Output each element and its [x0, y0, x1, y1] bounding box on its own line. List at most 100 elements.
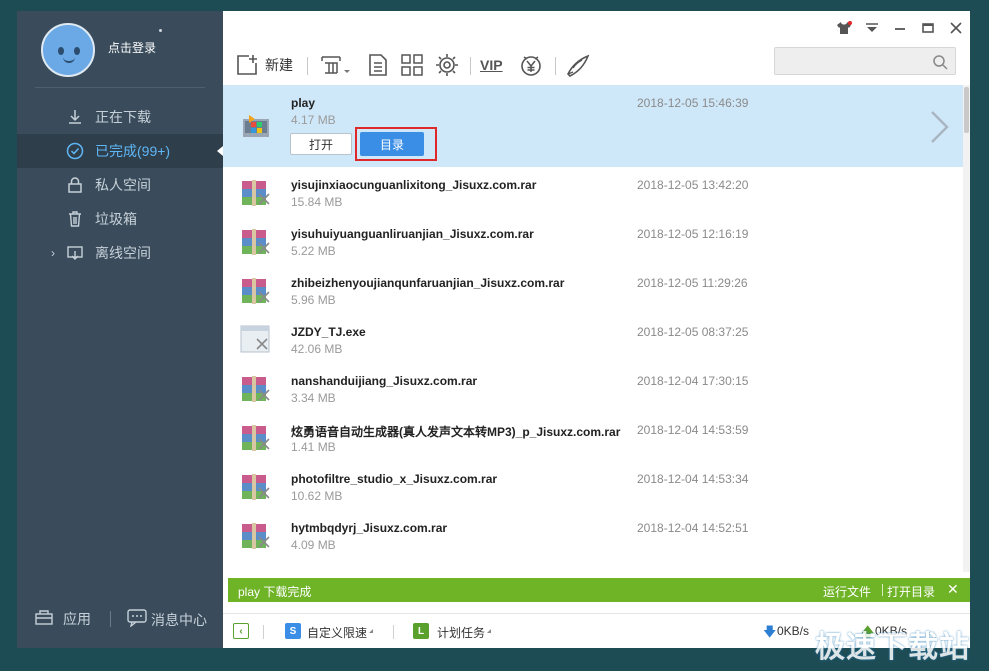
installer-file-icon	[239, 111, 273, 143]
sidebar-item-label: 垃圾箱	[95, 211, 137, 227]
divider	[393, 625, 394, 639]
chevron-right-icon[interactable]: ›	[51, 246, 55, 260]
wallet-button[interactable]	[519, 51, 543, 79]
trash-icon	[65, 209, 85, 229]
list-item[interactable]: nanshanduijiang_Jisuxz.com.rar 3.34 MB 201…	[223, 363, 963, 412]
avatar[interactable]	[41, 23, 95, 77]
speedup-button[interactable]	[565, 51, 591, 79]
schedule-task-button[interactable]: 计划任务	[437, 624, 485, 641]
open-directory-button[interactable]: 目录	[360, 132, 424, 156]
back-arrow-icon[interactable]: ‹	[233, 623, 249, 639]
file-name: play	[291, 96, 316, 110]
sidebar-item-private-space[interactable]: 私人空间	[17, 168, 223, 202]
scrollbar-thumb[interactable]	[964, 87, 969, 133]
file-date: 2018-12-05 13:42:20	[637, 178, 749, 192]
divider	[110, 611, 111, 627]
file-size: 15.84 MB	[291, 195, 343, 209]
sidebar-item-label: 私人空间	[95, 177, 151, 193]
sort-button[interactable]	[319, 51, 351, 79]
download-manager-window: 点击登录 正在下载 已完成(99+) 私人空间 垃圾箱 › 离线空间 应用 消息…	[17, 11, 970, 648]
gear-icon	[435, 53, 459, 77]
vip-button[interactable]: VIP	[480, 51, 503, 79]
sidebar-item-offline-space[interactable]: › 离线空间	[17, 236, 223, 270]
divider	[35, 87, 205, 88]
grid-icon	[400, 53, 424, 77]
window-controls	[830, 19, 970, 39]
download-speed: 0KB/s	[777, 624, 810, 638]
grid-view-button[interactable]	[400, 51, 424, 79]
toolbar-divider	[555, 57, 556, 75]
watermark-logo: 极速下载站	[815, 630, 970, 665]
sidebar-item-label: 离线空间	[95, 245, 151, 261]
apps-icon	[35, 609, 53, 629]
chevron-right-icon[interactable]	[929, 109, 951, 150]
list-item[interactable]: photofiltre_studio_x_Jisuxz.com.rar 10.62…	[223, 461, 963, 510]
file-name: photofiltre_studio_x_Jisuxz.com.rar	[291, 472, 498, 486]
sidebar-item-downloading[interactable]: 正在下载	[17, 100, 223, 134]
open-directory-link[interactable]: 打开目录	[887, 583, 935, 600]
sort-icon	[319, 53, 351, 77]
message-center-label: 消息中心	[151, 611, 207, 628]
vip-icon: VIP	[480, 57, 503, 73]
file-date: 2018-12-05 12:16:19	[637, 227, 749, 241]
list-item[interactable]: JZDY_TJ.exe 42.06 MB 2018-12-05 08:37:25	[223, 314, 963, 363]
run-file-link[interactable]: 运行文件	[823, 583, 871, 600]
file-date: 2018-12-04 14:52:51	[637, 521, 749, 535]
search-input[interactable]	[774, 47, 956, 75]
file-size: 10.62 MB	[291, 489, 343, 503]
sidebar-item-trash[interactable]: 垃圾箱	[17, 202, 223, 236]
open-file-button[interactable]: 打开	[290, 133, 352, 155]
file-date: 2018-12-04 14:53:59	[637, 423, 749, 437]
speed-limit-button[interactable]: 自定义限速	[307, 624, 367, 641]
close-button[interactable]	[942, 19, 970, 39]
sidebar: 点击登录 正在下载 已完成(99+) 私人空间 垃圾箱 › 离线空间 应用 消息…	[17, 11, 223, 648]
file-size: 42.06 MB	[291, 342, 343, 356]
skin-button[interactable]	[830, 19, 858, 39]
list-item[interactable]: zhibeizhenyoujianqunfaruanjian_Jisuxz.co…	[223, 265, 963, 314]
settings-button[interactable]	[435, 51, 459, 79]
minimize-icon	[894, 21, 906, 37]
file-name: JZDY_TJ.exe	[291, 325, 366, 339]
file-date: 2018-12-04 17:30:15	[637, 374, 749, 388]
yuan-coin-icon	[519, 53, 543, 77]
desktop-background: 点击登录 正在下载 已完成(99+) 私人空间 垃圾箱 › 离线空间 应用 消息…	[0, 0, 989, 671]
list-item[interactable]: hytmbqdyrj_Jisuxz.com.rar 4.09 MB 2018-12-…	[223, 510, 963, 559]
sidebar-item-label: 已完成(99+)	[95, 143, 171, 159]
list-item[interactable]: yisujinxiaocunguanlixitong_Jisuxz.com.ra…	[223, 167, 963, 216]
search-icon	[932, 54, 948, 75]
download-complete-notification: play 下载完成 运行文件 打开目录 ✕	[228, 578, 970, 602]
divider	[263, 625, 264, 639]
file-size: 5.96 MB	[291, 293, 336, 307]
speed-limit-icon: S	[285, 623, 301, 639]
new-file-icon	[235, 53, 259, 77]
rocket-icon	[565, 53, 591, 77]
file-name: hytmbqdyrj_Jisuxz.com.rar	[291, 521, 448, 535]
menu-button[interactable]	[858, 19, 886, 39]
list-item[interactable]: yisuhuiyuanguanliruanjian_Jisuxz.com.rar…	[223, 216, 963, 265]
apps-label: 应用	[63, 611, 91, 627]
message-icon	[127, 609, 147, 630]
toolbar-divider	[470, 57, 471, 75]
sidebar-item-completed[interactable]: 已完成(99+)	[17, 134, 223, 168]
maximize-button[interactable]	[914, 19, 942, 39]
archive-file-icon	[239, 470, 273, 502]
apps-button[interactable]: 应用	[35, 609, 91, 629]
file-size: 5.22 MB	[291, 244, 336, 258]
minimize-button[interactable]	[886, 19, 914, 39]
list-item-selected[interactable]: play 4.17 MB 2018-12-05 15:46:39 打开 目录	[223, 85, 963, 167]
dropdown-icon	[487, 629, 491, 633]
file-size: 1.41 MB	[291, 440, 336, 454]
scrollbar[interactable]	[963, 85, 970, 572]
close-icon[interactable]: ✕	[947, 581, 959, 598]
file-size: 4.17 MB	[291, 113, 336, 127]
login-link[interactable]: 点击登录	[108, 39, 156, 56]
list-item[interactable]: 炫勇语音自动生成器(真人发声文本转MP3)_p_Jisuxz.com.rar 1.…	[223, 412, 963, 461]
archive-file-icon	[239, 372, 273, 404]
file-date: 2018-12-05 11:29:26	[637, 276, 748, 290]
file-size: 3.34 MB	[291, 391, 336, 405]
menu-dropdown-icon	[865, 21, 879, 37]
new-task-button[interactable]: 新建	[235, 51, 293, 79]
file-details-button[interactable]	[367, 51, 389, 79]
message-center-button[interactable]: 消息中心	[127, 609, 207, 630]
exe-file-icon	[239, 323, 273, 355]
